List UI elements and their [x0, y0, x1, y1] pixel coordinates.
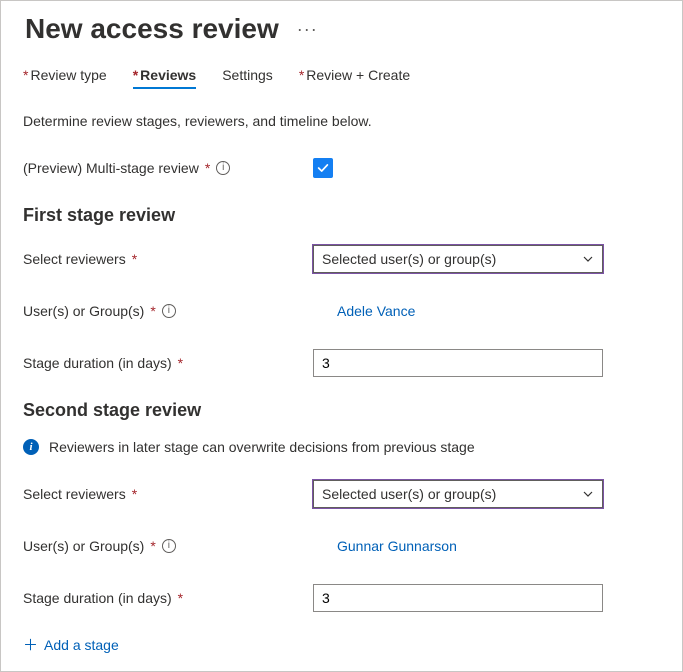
chevron-down-icon — [582, 253, 594, 265]
users-groups-label: User(s) or Group(s) — [23, 538, 144, 554]
second-stage-duration-row: Stage duration (in days) * — [23, 583, 660, 613]
second-stage-select-reviewers-row: Select reviewers * Selected user(s) or g… — [23, 479, 660, 509]
second-stage-user-link[interactable]: Gunnar Gunnarson — [337, 538, 457, 554]
required-star-icon: * — [178, 590, 183, 606]
tab-review-type[interactable]: * Review type — [23, 67, 107, 89]
tab-settings[interactable]: Settings — [222, 67, 273, 89]
required-star-icon: * — [178, 355, 183, 371]
first-stage-users-row: User(s) or Group(s) * i Adele Vance — [23, 296, 660, 326]
new-access-review-page: New access review ··· * Review type * Re… — [0, 0, 683, 672]
required-star-icon: * — [133, 67, 138, 83]
more-actions-button[interactable]: ··· — [297, 19, 318, 40]
required-star-icon: * — [132, 251, 137, 267]
required-star-icon: * — [299, 67, 304, 83]
tab-label: Review type — [30, 67, 106, 83]
multistage-label: (Preview) Multi-stage review — [23, 160, 199, 176]
info-icon[interactable]: i — [162, 304, 176, 318]
tab-label: Review + Create — [306, 67, 410, 83]
add-stage-label: Add a stage — [44, 637, 119, 653]
first-stage-duration-row: Stage duration (in days) * — [23, 348, 660, 378]
tab-label: Settings — [222, 67, 273, 83]
first-stage-user-link[interactable]: Adele Vance — [337, 303, 415, 319]
add-stage-button[interactable]: ＋ Add a stage — [23, 637, 660, 653]
info-icon: i — [23, 439, 39, 455]
select-reviewers-label: Select reviewers — [23, 486, 126, 502]
tabs: * Review type * Reviews Settings * Revie… — [1, 49, 682, 89]
first-stage-duration-input[interactable] — [313, 349, 603, 377]
tab-reviews[interactable]: * Reviews — [133, 67, 197, 89]
required-star-icon: * — [150, 538, 155, 554]
info-icon[interactable]: i — [216, 161, 230, 175]
first-stage-heading: First stage review — [23, 205, 660, 226]
tab-review-create[interactable]: * Review + Create — [299, 67, 410, 89]
dropdown-value: Selected user(s) or group(s) — [322, 251, 496, 267]
second-stage-users-row: User(s) or Group(s) * i Gunnar Gunnarson — [23, 531, 660, 561]
plus-icon: ＋ — [23, 638, 38, 653]
first-stage-select-reviewers-dropdown[interactable]: Selected user(s) or group(s) — [313, 245, 603, 273]
second-stage-heading: Second stage review — [23, 400, 660, 421]
required-star-icon: * — [23, 67, 28, 83]
users-groups-label: User(s) or Group(s) — [23, 303, 144, 319]
stage-duration-label: Stage duration (in days) — [23, 590, 172, 606]
required-star-icon: * — [205, 160, 210, 176]
second-stage-note-row: i Reviewers in later stage can overwrite… — [23, 439, 660, 455]
first-stage-select-reviewers-row: Select reviewers * Selected user(s) or g… — [23, 244, 660, 274]
info-icon[interactable]: i — [162, 539, 176, 553]
intro-text: Determine review stages, reviewers, and … — [23, 113, 660, 129]
dropdown-value: Selected user(s) or group(s) — [322, 486, 496, 502]
multistage-checkbox[interactable] — [313, 158, 333, 178]
tab-label: Reviews — [140, 67, 196, 83]
checkmark-icon — [316, 161, 330, 175]
select-reviewers-label: Select reviewers — [23, 251, 126, 267]
header: New access review ··· — [1, 1, 682, 49]
multistage-row: (Preview) Multi-stage review * i — [23, 153, 660, 183]
required-star-icon: * — [150, 303, 155, 319]
content: Determine review stages, reviewers, and … — [1, 89, 682, 653]
second-stage-select-reviewers-dropdown[interactable]: Selected user(s) or group(s) — [313, 480, 603, 508]
required-star-icon: * — [132, 486, 137, 502]
second-stage-duration-input[interactable] — [313, 584, 603, 612]
page-title: New access review — [25, 13, 279, 45]
second-stage-note-text: Reviewers in later stage can overwrite d… — [49, 439, 475, 455]
chevron-down-icon — [582, 488, 594, 500]
stage-duration-label: Stage duration (in days) — [23, 355, 172, 371]
